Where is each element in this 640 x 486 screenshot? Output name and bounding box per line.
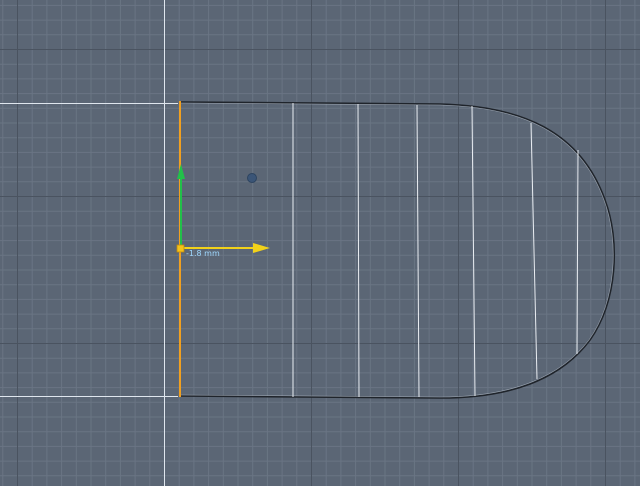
viewport-canvas[interactable] bbox=[0, 0, 640, 486]
gizmo-center-handle[interactable] bbox=[176, 244, 185, 253]
mesh-outline-highlight bbox=[179, 102, 614, 398]
edge-loop[interactable] bbox=[576, 149, 579, 355]
edge-loop[interactable] bbox=[357, 103, 360, 398]
edge-loop[interactable] bbox=[416, 104, 420, 398]
distance-readout: -1.8 mm bbox=[186, 249, 220, 258]
mesh-edge-loops bbox=[292, 103, 579, 398]
3d-viewport[interactable]: -1.8 mm bbox=[0, 0, 640, 486]
pivot-point-icon[interactable] bbox=[247, 173, 257, 183]
mesh-outline[interactable] bbox=[179, 101, 616, 399]
grid-major bbox=[0, 0, 640, 486]
grid-minor bbox=[0, 0, 640, 486]
gizmo-y-arrow-icon[interactable] bbox=[177, 164, 185, 179]
